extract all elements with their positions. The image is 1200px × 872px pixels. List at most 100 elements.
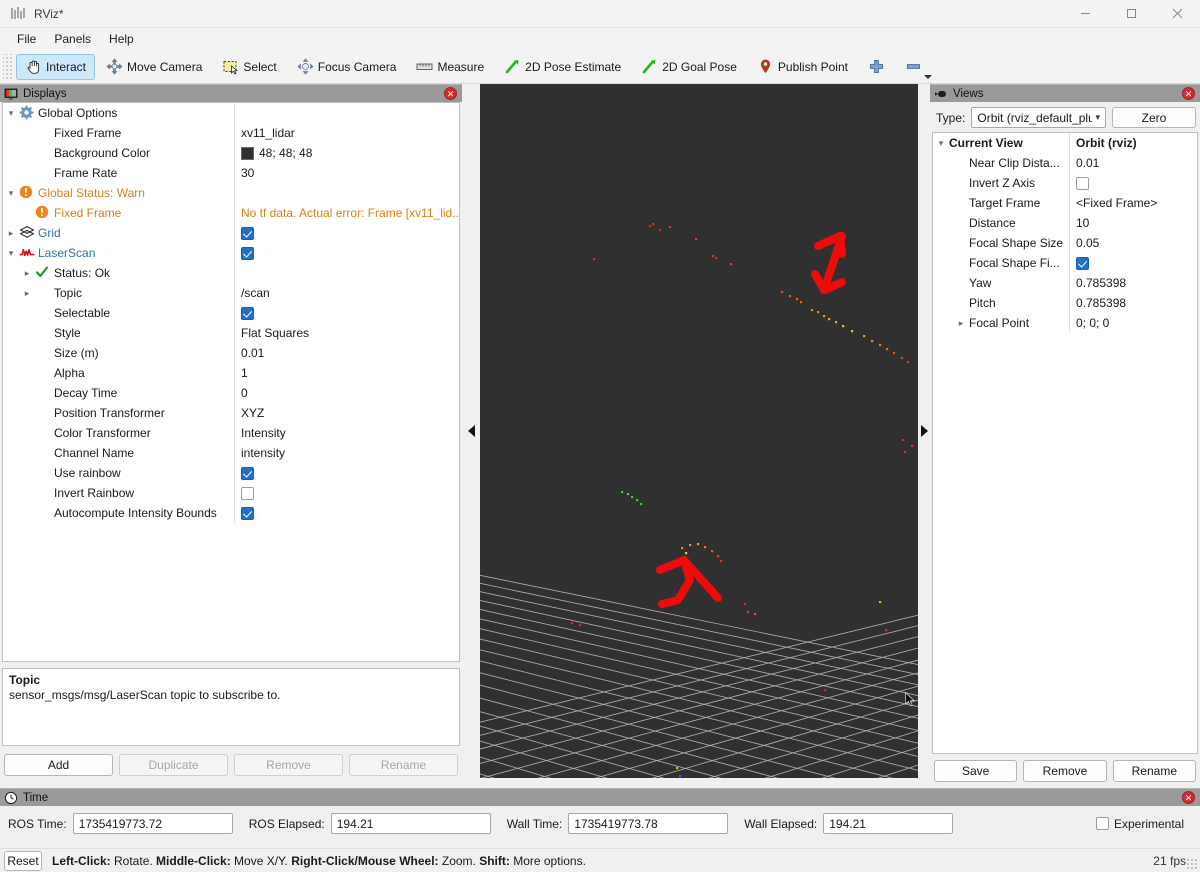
tree-row[interactable]: Selectable — [3, 303, 459, 323]
tree-item-value-cell[interactable]: 30 — [234, 163, 459, 183]
tree-row[interactable]: Focal Shape Size 0.05 — [933, 233, 1197, 253]
tree-item-value-cell[interactable] — [234, 463, 459, 483]
tree-row[interactable]: Target Frame <Fixed Frame> — [933, 193, 1197, 213]
tree-row[interactable]: ▸ Status: Ok — [3, 263, 459, 283]
tree-item-value-cell[interactable]: <Fixed Frame> — [1069, 193, 1197, 213]
chevron-down-icon[interactable]: ▾ — [933, 133, 949, 153]
chevron-right-icon[interactable]: ▸ — [19, 283, 35, 303]
tree-row[interactable]: Fixed Frame xv11_lidar — [3, 123, 459, 143]
tree-item-value-cell[interactable]: 48; 48; 48 — [234, 143, 459, 163]
tree-row[interactable]: Distance 10 — [933, 213, 1197, 233]
tree-item-value-cell[interactable] — [234, 243, 459, 263]
tree-row[interactable]: Autocompute Intensity Bounds — [3, 503, 459, 523]
chevron-down-icon[interactable] — [923, 74, 932, 79]
wall-time-field[interactable]: 1735419773.78 — [568, 813, 729, 834]
left-panel-collapse-handle[interactable] — [462, 84, 480, 778]
color-swatch[interactable] — [241, 146, 254, 160]
tree-item-value-cell[interactable] — [234, 183, 459, 203]
tree-item-value-cell[interactable]: XYZ — [234, 403, 459, 423]
tree-row[interactable]: Style Flat Squares — [3, 323, 459, 343]
tree-row[interactable]: ▸ Topic/scan — [3, 283, 459, 303]
reset-button[interactable]: Reset — [4, 850, 42, 871]
ros-elapsed-field[interactable]: 194.21 — [330, 813, 491, 834]
tree-item-value-cell[interactable] — [234, 263, 459, 283]
tree-row[interactable]: ▾ Current View Orbit (rviz) — [933, 133, 1197, 153]
tree-row[interactable]: Decay Time 0 — [3, 383, 459, 403]
tree-item-value-cell[interactable]: No tf data. Actual error: Frame [xv11_li… — [234, 203, 459, 223]
chevron-down-icon[interactable]: ▾ — [3, 183, 19, 203]
zero-button[interactable]: Zero — [1112, 107, 1196, 128]
tree-row[interactable]: Pitch 0.785398 — [933, 293, 1197, 313]
tree-row[interactable]: Fixed Frame No tf data. Actual error: Fra… — [3, 203, 459, 223]
tree-item-value-cell[interactable]: intensity — [234, 443, 459, 463]
tree-row[interactable]: Focal Shape Fi... — [933, 253, 1197, 273]
tree-item-value-cell[interactable]: 10 — [1069, 213, 1197, 233]
tree-row[interactable]: ▸ Grid — [3, 223, 459, 243]
tree-row[interactable]: Yaw 0.785398 — [933, 273, 1197, 293]
tool-measure[interactable]: Measure — [407, 54, 493, 80]
close-icon[interactable]: ✕ — [444, 87, 457, 100]
close-icon[interactable]: ✕ — [1182, 87, 1195, 100]
tree-item-value-cell[interactable] — [234, 223, 459, 243]
tree-item-value-cell[interactable] — [1069, 173, 1197, 193]
chevron-right-icon[interactable]: ▸ — [953, 313, 969, 333]
chevron-right-icon[interactable]: ▸ — [19, 263, 35, 283]
close-button[interactable] — [1154, 0, 1200, 28]
chevron-down-icon[interactable]: ▾ — [3, 103, 19, 123]
tree-row[interactable]: ▸ Focal Point 0; 0; 0 — [933, 313, 1197, 333]
minimize-button[interactable] — [1062, 0, 1108, 28]
checkbox[interactable] — [241, 226, 254, 240]
tool-add[interactable] — [859, 54, 894, 80]
chevron-down-icon[interactable]: ▾ — [3, 243, 19, 263]
chevron-right-icon[interactable]: ▸ — [3, 223, 19, 243]
checkbox[interactable] — [241, 506, 254, 520]
checkbox[interactable] — [1076, 176, 1089, 190]
tool-interact[interactable]: Interact — [16, 53, 96, 80]
tree-row[interactable]: Position Transformer XYZ — [3, 403, 459, 423]
checkbox[interactable] — [241, 246, 254, 260]
tool-2d-pose-estimate[interactable]: 2D Pose Estimate — [495, 54, 630, 80]
tree-item-value-cell[interactable]: 0.785398 — [1069, 293, 1197, 313]
tree-item-value-cell[interactable]: Orbit (rviz) — [1069, 133, 1197, 153]
tree-row[interactable]: Frame Rate 30 — [3, 163, 459, 183]
tree-item-value-cell[interactable]: 1 — [234, 363, 459, 383]
tree-row[interactable]: Use rainbow — [3, 463, 459, 483]
tree-item-value-cell[interactable] — [1069, 253, 1197, 273]
tree-item-value-cell[interactable]: /scan — [234, 283, 459, 303]
checkbox[interactable] — [241, 486, 254, 500]
tree-row[interactable]: ▾ Global Status: Warn — [3, 183, 459, 203]
tree-row[interactable]: Near Clip Dista... 0.01 — [933, 153, 1197, 173]
tree-item-value-cell[interactable] — [234, 303, 459, 323]
views-tree[interactable]: ▾ Current View Orbit (rviz) Near Clip Dista… — [932, 132, 1198, 754]
rename-display-button[interactable]: Rename — [349, 754, 458, 776]
menu-file[interactable]: File — [8, 30, 45, 48]
save-view-button[interactable]: Save — [934, 760, 1018, 782]
checkbox[interactable] — [241, 466, 254, 480]
duplicate-display-button[interactable]: Duplicate — [119, 754, 228, 776]
tool-publish-point[interactable]: Publish Point — [748, 54, 857, 80]
tool-2d-goal-pose[interactable]: 2D Goal Pose — [632, 54, 746, 80]
menu-help[interactable]: Help — [100, 30, 143, 48]
menu-panels[interactable]: Panels — [45, 30, 100, 48]
tree-row[interactable]: Background Color 48; 48; 48 — [3, 143, 459, 163]
experimental-checkbox[interactable] — [1095, 817, 1109, 830]
maximize-button[interactable] — [1108, 0, 1154, 28]
wall-elapsed-field[interactable]: 194.21 — [823, 813, 954, 834]
checkbox[interactable] — [241, 306, 254, 320]
tree-item-value-cell[interactable]: Intensity — [234, 423, 459, 443]
tree-row[interactable]: Invert Z Axis — [933, 173, 1197, 193]
tree-item-value-cell[interactable] — [234, 503, 459, 523]
tool-select[interactable]: Select — [213, 54, 285, 80]
tool-move-camera[interactable]: Move Camera — [97, 54, 211, 80]
experimental-toggle[interactable]: Experimental — [1095, 817, 1184, 831]
close-icon[interactable]: ✕ — [1182, 791, 1195, 804]
tree-row[interactable]: Color Transformer Intensity — [3, 423, 459, 443]
tool-focus-camera[interactable]: Focus Camera — [288, 54, 406, 80]
tree-item-value-cell[interactable]: xv11_lidar — [234, 123, 459, 143]
tree-row[interactable]: Size (m) 0.01 — [3, 343, 459, 363]
tree-row[interactable]: ▾ LaserScan — [3, 243, 459, 263]
view-type-combobox[interactable]: Orbit (rviz_default_plugins ▾ — [971, 107, 1106, 128]
displays-tree[interactable]: ▾ Global Options Fixed Frame xv11_lidar Back… — [2, 102, 460, 662]
tree-item-value-cell[interactable] — [234, 103, 459, 123]
remove-display-button[interactable]: Remove — [234, 754, 343, 776]
